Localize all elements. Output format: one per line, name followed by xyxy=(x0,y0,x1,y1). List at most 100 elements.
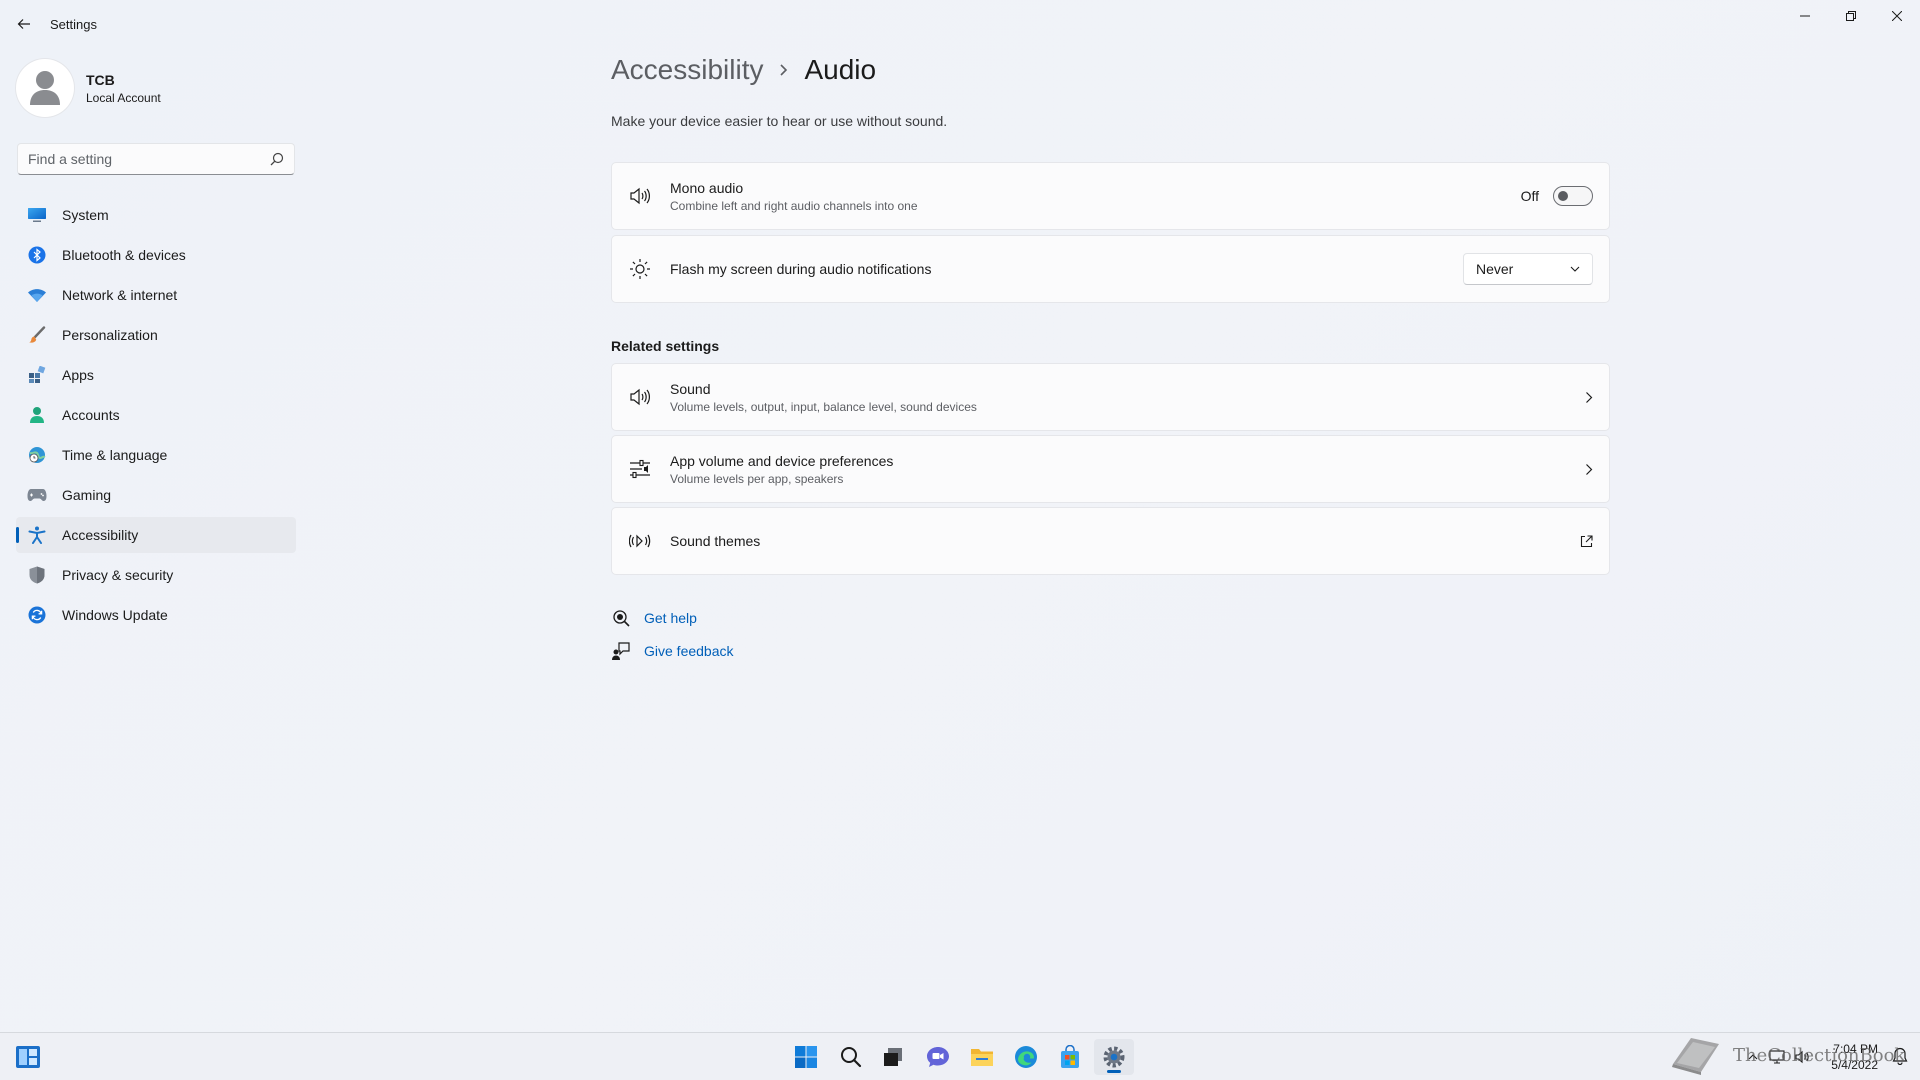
sidebar-item-label: System xyxy=(62,207,109,223)
sidebar-item-label: Apps xyxy=(62,367,94,383)
folder-icon xyxy=(971,1049,993,1066)
related-item-sound-themes[interactable]: Sound themes xyxy=(611,507,1610,575)
sidebar-item-network[interactable]: Network & internet xyxy=(16,277,296,313)
minimize-button[interactable] xyxy=(1782,0,1828,32)
flash-screen-card: Flash my screen during audio notificatio… xyxy=(611,235,1610,303)
chat-icon xyxy=(927,1047,949,1067)
external-link-icon xyxy=(1580,534,1593,547)
speaker-icon xyxy=(628,385,652,409)
taskbar: 7:04 PM 5/4/2022 xyxy=(0,1032,1920,1080)
flash-screen-dropdown[interactable]: Never xyxy=(1463,253,1593,285)
sidebar-item-label: Privacy & security xyxy=(62,567,174,583)
chat-button[interactable] xyxy=(918,1039,958,1075)
sidebar-item-label: Bluetooth & devices xyxy=(62,247,186,263)
title-bar: Settings xyxy=(0,0,1920,48)
apps-icon xyxy=(26,364,48,386)
help-search-icon xyxy=(611,608,631,628)
sidebar-item-privacy-security[interactable]: Privacy & security xyxy=(16,557,296,593)
chevron-down-icon xyxy=(1570,266,1580,272)
related-item-sound[interactable]: Sound Volume levels, output, input, bala… xyxy=(611,363,1610,431)
get-help-link[interactable]: Get help xyxy=(611,608,697,628)
book-logo-icon xyxy=(1672,1038,1719,1075)
related-item-subtitle: Volume levels per app, speakers xyxy=(670,471,844,486)
related-item-subtitle: Volume levels, output, input, balance le… xyxy=(670,399,977,414)
chevron-right-icon xyxy=(1586,391,1593,403)
search-icon xyxy=(841,1047,862,1068)
file-explorer-button[interactable] xyxy=(962,1039,1002,1075)
profile-name: TCB xyxy=(86,71,115,88)
search-icon[interactable] xyxy=(270,152,284,166)
breadcrumb-parent-link[interactable]: Accessibility xyxy=(611,54,763,86)
sidebar-item-label: Accounts xyxy=(62,407,120,423)
edge-browser-button[interactable] xyxy=(1006,1039,1046,1075)
sidebar-item-time-language[interactable]: Time & language xyxy=(16,437,296,473)
mixer-sliders-icon xyxy=(628,457,652,481)
store-button[interactable] xyxy=(1050,1039,1090,1075)
sidebar-item-label: Personalization xyxy=(62,327,158,343)
restore-icon xyxy=(1846,11,1856,21)
monitor-icon xyxy=(26,204,48,226)
sidebar-item-accounts[interactable]: Accounts xyxy=(16,397,296,433)
settings-app-button[interactable] xyxy=(1094,1039,1134,1075)
mono-audio-subtitle: Combine left and right audio channels in… xyxy=(670,198,918,213)
taskbar-search-button[interactable] xyxy=(831,1039,871,1075)
mono-audio-title: Mono audio xyxy=(670,179,744,196)
related-item-app-volume[interactable]: App volume and device preferences Volume… xyxy=(611,435,1610,503)
gamepad-icon xyxy=(26,484,48,506)
page-title: Audio xyxy=(804,54,877,85)
avatar xyxy=(16,59,74,117)
person-icon xyxy=(26,404,48,426)
breadcrumb: Accessibility Audio xyxy=(611,54,876,86)
mono-audio-card: Mono audio Combine left and right audio … xyxy=(611,162,1610,230)
chevron-right-icon xyxy=(779,63,788,77)
task-view-icon xyxy=(884,1048,902,1066)
mono-audio-toggle[interactable] xyxy=(1553,186,1593,206)
task-view-button[interactable] xyxy=(873,1039,913,1075)
sidebar-item-accessibility[interactable]: Accessibility xyxy=(16,517,296,553)
wifi-icon xyxy=(26,284,48,306)
user-profile[interactable]: TCB Local Account xyxy=(16,58,161,118)
page-description: Make your device easier to hear or use w… xyxy=(611,113,948,129)
sidebar-item-system[interactable]: System xyxy=(16,197,296,233)
sidebar-item-label: Accessibility xyxy=(62,527,139,543)
give-feedback-label: Give feedback xyxy=(644,643,734,659)
chevron-right-icon xyxy=(1586,463,1593,475)
close-icon xyxy=(1892,11,1902,21)
toggle-knob xyxy=(1558,191,1568,201)
store-bag-icon xyxy=(1061,1045,1079,1068)
shield-icon xyxy=(26,564,48,586)
feedback-icon xyxy=(611,641,631,661)
search-input[interactable] xyxy=(28,151,258,167)
watermark-text: TheCollectionBook xyxy=(1733,1044,1906,1066)
sidebar-item-label: Gaming xyxy=(62,487,112,503)
sound-waves-icon xyxy=(628,529,652,553)
start-button[interactable] xyxy=(786,1039,826,1075)
sidebar-item-label: Network & internet xyxy=(62,287,178,303)
back-button[interactable] xyxy=(12,10,36,38)
close-button[interactable] xyxy=(1874,0,1920,32)
sidebar-item-personalization[interactable]: Personalization xyxy=(16,317,296,353)
user-silhouette-icon xyxy=(30,71,60,105)
widgets-button[interactable] xyxy=(8,1039,48,1075)
watermark: TheCollectionBook xyxy=(1667,1034,1905,1076)
sidebar-item-label: Time & language xyxy=(62,447,168,463)
sidebar-item-bluetooth[interactable]: Bluetooth & devices xyxy=(16,237,296,273)
give-feedback-link[interactable]: Give feedback xyxy=(611,641,734,661)
windows-logo-icon xyxy=(795,1046,817,1068)
restore-button[interactable] xyxy=(1828,0,1874,32)
search-box[interactable] xyxy=(17,143,295,175)
sidebar-item-gaming[interactable]: Gaming xyxy=(16,477,296,513)
gear-icon xyxy=(1103,1046,1125,1068)
dropdown-selected-value: Never xyxy=(1476,261,1514,277)
related-item-title: Sound xyxy=(670,380,711,397)
sidebar-item-apps[interactable]: Apps xyxy=(16,357,296,393)
flash-screen-title: Flash my screen during audio notificatio… xyxy=(670,261,932,277)
bluetooth-icon xyxy=(26,244,48,266)
speaker-icon xyxy=(628,184,652,208)
sidebar-item-label: Windows Update xyxy=(62,607,168,623)
minimize-icon xyxy=(1800,15,1810,17)
back-arrow-icon xyxy=(17,19,30,29)
update-icon xyxy=(26,604,48,626)
brush-icon xyxy=(26,324,48,346)
sidebar-item-windows-update[interactable]: Windows Update xyxy=(16,597,296,633)
